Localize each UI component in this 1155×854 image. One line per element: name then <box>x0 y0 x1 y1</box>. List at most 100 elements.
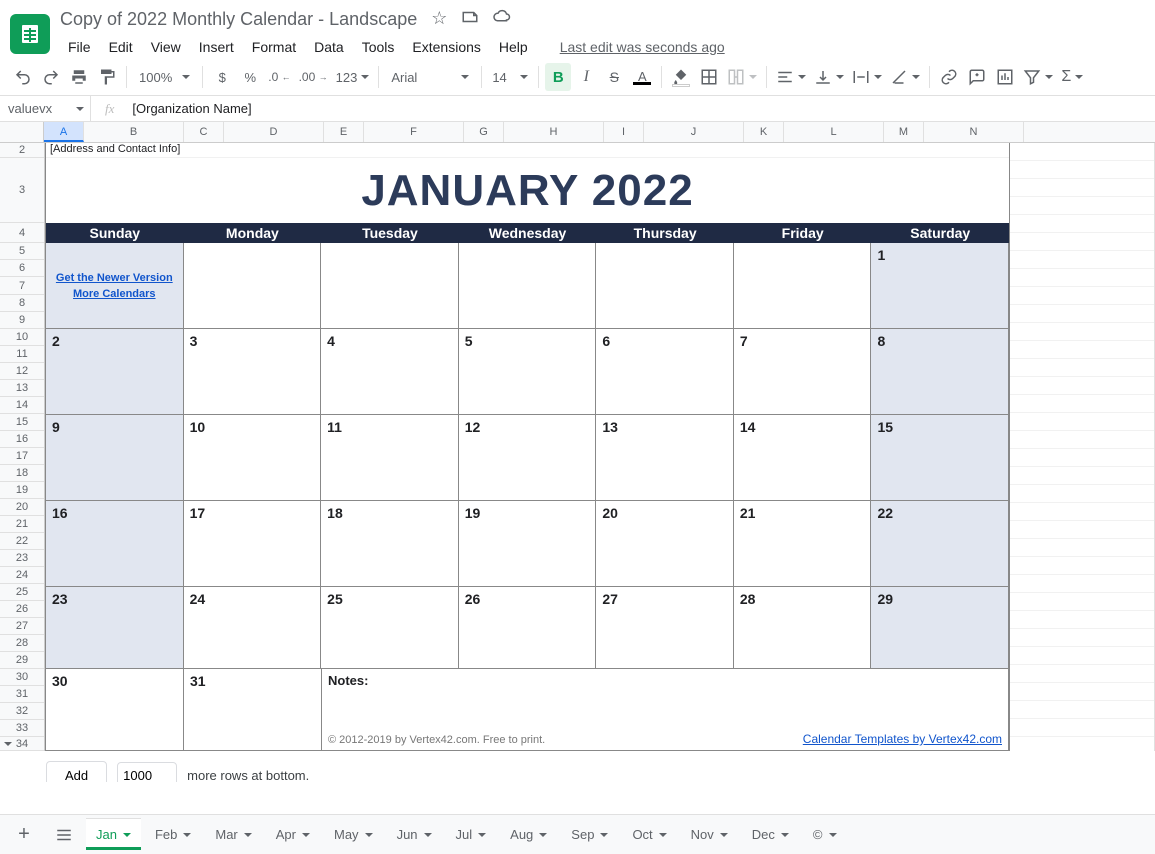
cells-area[interactable]: [Address and Contact Info] JANUARY 2022 … <box>45 143 1010 751</box>
select-all-corner[interactable] <box>0 122 44 142</box>
col-header[interactable]: C <box>184 122 224 142</box>
sheet-tab[interactable]: Dec <box>742 819 799 850</box>
col-header[interactable]: E <box>324 122 364 142</box>
day-cell[interactable]: 11 <box>321 415 459 500</box>
row-header[interactable]: 33 <box>0 720 44 737</box>
menu-file[interactable]: File <box>60 35 99 59</box>
row-header[interactable]: 32 <box>0 703 44 720</box>
day-cell[interactable]: 14 <box>734 415 872 500</box>
italic-button[interactable]: I <box>573 63 599 91</box>
row-header[interactable]: 8 <box>0 295 44 312</box>
col-header[interactable]: H <box>504 122 604 142</box>
inc-decimal-button[interactable]: .00 → <box>296 63 331 91</box>
sheet-tab[interactable]: Aug <box>500 819 557 850</box>
sigma-icon[interactable]: Σ <box>1058 63 1086 91</box>
day-cell[interactable]: 29 <box>871 587 1009 668</box>
sheet-tab[interactable]: May <box>324 819 383 850</box>
row-header[interactable]: 2 <box>0 143 44 158</box>
day-cell[interactable]: 19 <box>459 501 597 586</box>
sheet-tab[interactable]: Jul <box>446 819 497 850</box>
day-cell[interactable]: 2 <box>46 329 184 414</box>
menu-help[interactable]: Help <box>491 35 536 59</box>
name-box[interactable]: valuevx <box>0 101 90 116</box>
row-header[interactable]: 6 <box>0 260 44 277</box>
col-header[interactable]: N <box>924 122 1024 142</box>
dec-decimal-button[interactable]: .0 ← <box>265 63 293 91</box>
row-header[interactable]: 17 <box>0 448 44 465</box>
row-header[interactable]: 27 <box>0 618 44 635</box>
day-cell[interactable]: 21 <box>734 501 872 586</box>
notes-cell[interactable]: Notes: © 2012-2019 by Vertex42.com. Free… <box>322 669 1009 750</box>
row-header[interactable]: 11 <box>0 346 44 363</box>
menu-format[interactable]: Format <box>244 35 304 59</box>
day-cell[interactable]: 31 <box>184 669 322 750</box>
sheet-tab[interactable]: Feb <box>145 819 201 850</box>
day-cell[interactable]: 22 <box>871 501 1009 586</box>
col-header[interactable]: I <box>604 122 644 142</box>
sheet-tab[interactable]: Nov <box>681 819 738 850</box>
rotate-button[interactable] <box>887 63 923 91</box>
text-color-button[interactable]: A <box>629 63 655 91</box>
day-cell[interactable]: 3 <box>184 329 322 414</box>
row-header[interactable]: 3 <box>0 158 44 223</box>
day-cell[interactable]: 10 <box>184 415 322 500</box>
day-cell[interactable]: 4 <box>321 329 459 414</box>
font-select[interactable]: Arial <box>385 63 475 91</box>
day-cell[interactable]: 13 <box>596 415 734 500</box>
sheet-tab[interactable]: © <box>803 819 847 850</box>
row-header[interactable]: 19 <box>0 482 44 499</box>
row-header[interactable]: 4 <box>0 223 44 243</box>
col-header[interactable]: F <box>364 122 464 142</box>
sheet-tab[interactable]: Mar <box>205 819 261 850</box>
day-cell[interactable]: 30 <box>46 669 184 750</box>
empty-cells[interactable] <box>1010 143 1155 751</box>
formula-content[interactable]: [Organization Name] <box>132 101 1155 116</box>
row-header[interactable]: 21 <box>0 516 44 533</box>
day-cell[interactable]: 5 <box>459 329 597 414</box>
day-cell[interactable]: 7 <box>734 329 872 414</box>
day-cell[interactable]: 20 <box>596 501 734 586</box>
newer-version-link[interactable]: Get the Newer Version <box>56 272 173 284</box>
halign-button[interactable] <box>773 63 809 91</box>
chart-icon[interactable] <box>992 63 1018 91</box>
menu-insert[interactable]: Insert <box>191 35 242 59</box>
percent-button[interactable]: % <box>237 63 263 91</box>
day-cell[interactable]: 25 <box>321 587 459 668</box>
row-header[interactable]: 14 <box>0 397 44 414</box>
day-cell[interactable] <box>184 243 322 328</box>
menu-edit[interactable]: Edit <box>101 35 141 59</box>
day-cell[interactable]: 17 <box>184 501 322 586</box>
day-cell[interactable]: 26 <box>459 587 597 668</box>
size-select[interactable]: 14 <box>488 63 532 91</box>
row-header[interactable]: 34 <box>0 737 44 751</box>
menu-tools[interactable]: Tools <box>354 35 403 59</box>
row-header[interactable]: 5 <box>0 243 44 260</box>
row-header[interactable]: 29 <box>0 652 44 669</box>
row-header[interactable]: 26 <box>0 601 44 618</box>
day-cell[interactable]: 15 <box>871 415 1009 500</box>
menu-data[interactable]: Data <box>306 35 352 59</box>
row-header[interactable]: 20 <box>0 499 44 516</box>
row-header[interactable]: 25 <box>0 584 44 601</box>
row-header[interactable]: 10 <box>0 329 44 346</box>
print-icon[interactable] <box>66 63 92 91</box>
day-cell[interactable]: 1 <box>871 243 1009 328</box>
wrap-button[interactable] <box>849 63 885 91</box>
undo-icon[interactable] <box>10 63 36 91</box>
doc-title[interactable]: Copy of 2022 Monthly Calendar - Landscap… <box>60 9 417 30</box>
day-cell[interactable]: Get the Newer VersionMore Calendars <box>46 243 184 328</box>
menu-view[interactable]: View <box>143 35 189 59</box>
redo-icon[interactable] <box>38 63 64 91</box>
day-cell[interactable]: 24 <box>184 587 322 668</box>
day-cell[interactable]: 27 <box>596 587 734 668</box>
valign-button[interactable] <box>811 63 847 91</box>
col-header[interactable]: L <box>784 122 884 142</box>
move-icon[interactable] <box>461 8 479 31</box>
col-header[interactable]: J <box>644 122 744 142</box>
cloud-icon[interactable] <box>493 8 511 31</box>
star-icon[interactable]: ☆ <box>431 8 447 31</box>
sheet-tab[interactable]: Jun <box>387 819 442 850</box>
row-header[interactable]: 18 <box>0 465 44 482</box>
address-row[interactable]: [Address and Contact Info] <box>46 143 1009 158</box>
day-cell[interactable]: 6 <box>596 329 734 414</box>
